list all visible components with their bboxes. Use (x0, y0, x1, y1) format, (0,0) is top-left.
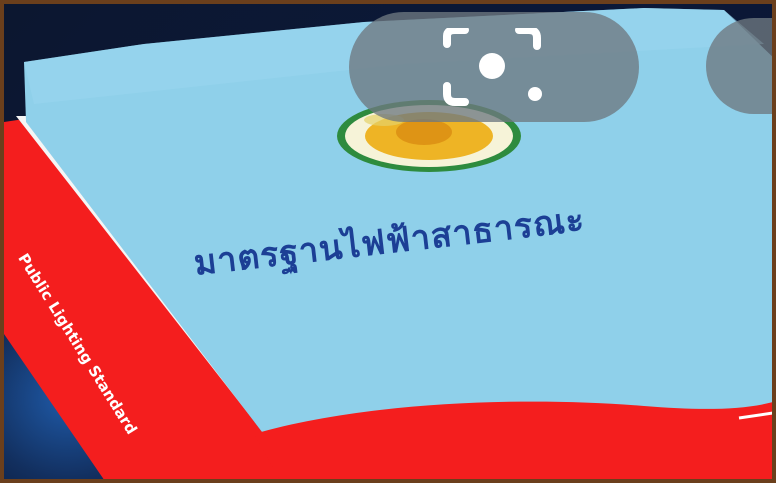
lens-search-button[interactable] (349, 12, 639, 122)
photo-frame: มาตรฐานไฟฟ้าสาธารณะ Public Lighting Stan… (0, 0, 776, 483)
google-lens-icon (443, 28, 542, 106)
